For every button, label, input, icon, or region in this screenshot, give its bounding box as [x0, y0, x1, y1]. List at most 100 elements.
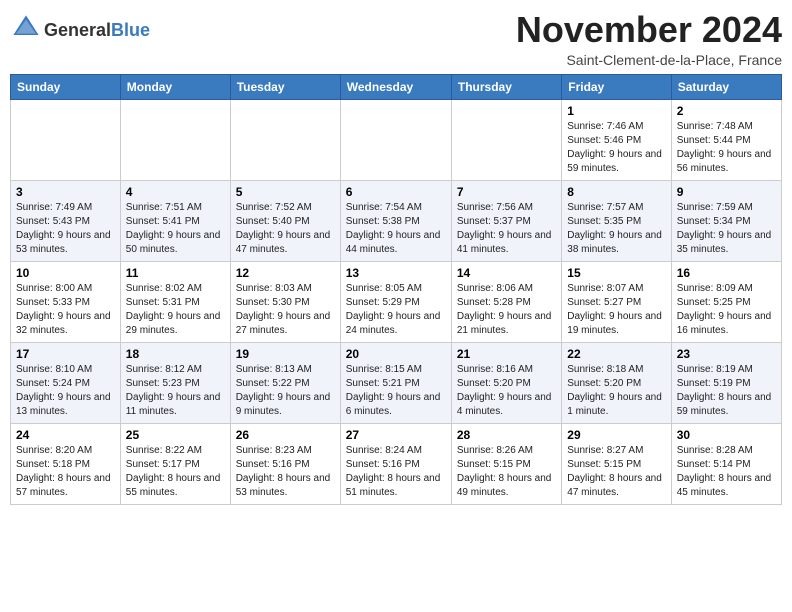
header-wednesday: Wednesday [340, 74, 451, 99]
calendar-cell: 16 Sunrise: 8:09 AM Sunset: 5:25 PM Dayli… [671, 261, 781, 342]
day-detail: Sunrise: 8:24 AM Sunset: 5:16 PM Dayligh… [346, 444, 446, 500]
day-number: 9 [677, 185, 776, 199]
day-number: 24 [16, 428, 115, 442]
day-number: 29 [567, 428, 665, 442]
day-detail: Sunrise: 8:16 AM Sunset: 5:20 PM Dayligh… [457, 363, 556, 419]
day-number: 26 [236, 428, 335, 442]
day-number: 10 [16, 266, 115, 280]
calendar-header-row: SundayMondayTuesdayWednesdayThursdayFrid… [11, 74, 782, 99]
calendar-week-row: 24 Sunrise: 8:20 AM Sunset: 5:18 PM Dayli… [11, 423, 782, 504]
day-number: 16 [677, 266, 776, 280]
calendar-cell: 2 Sunrise: 7:48 AM Sunset: 5:44 PM Daylig… [671, 99, 781, 180]
day-detail: Sunrise: 8:06 AM Sunset: 5:28 PM Dayligh… [457, 282, 556, 338]
day-number: 1 [567, 104, 665, 118]
header-friday: Friday [562, 74, 671, 99]
day-number: 20 [346, 347, 446, 361]
calendar-body: 1 Sunrise: 7:46 AM Sunset: 5:46 PM Daylig… [11, 99, 782, 504]
day-detail: Sunrise: 8:05 AM Sunset: 5:29 PM Dayligh… [346, 282, 446, 338]
day-detail: Sunrise: 7:49 AM Sunset: 5:43 PM Dayligh… [16, 201, 115, 257]
day-detail: Sunrise: 8:07 AM Sunset: 5:27 PM Dayligh… [567, 282, 665, 338]
calendar-cell: 27 Sunrise: 8:24 AM Sunset: 5:16 PM Dayli… [340, 423, 451, 504]
day-number: 7 [457, 185, 556, 199]
day-number: 4 [126, 185, 225, 199]
logo-general-text: General [44, 20, 111, 40]
day-detail: Sunrise: 7:59 AM Sunset: 5:34 PM Dayligh… [677, 201, 776, 257]
day-number: 18 [126, 347, 225, 361]
day-detail: Sunrise: 8:28 AM Sunset: 5:14 PM Dayligh… [677, 444, 776, 500]
header-thursday: Thursday [451, 74, 561, 99]
day-number: 13 [346, 266, 446, 280]
header-tuesday: Tuesday [230, 74, 340, 99]
header-sunday: Sunday [11, 74, 121, 99]
day-detail: Sunrise: 8:15 AM Sunset: 5:21 PM Dayligh… [346, 363, 446, 419]
calendar-cell [120, 99, 230, 180]
day-detail: Sunrise: 7:51 AM Sunset: 5:41 PM Dayligh… [126, 201, 225, 257]
day-number: 2 [677, 104, 776, 118]
day-number: 25 [126, 428, 225, 442]
calendar-cell: 3 Sunrise: 7:49 AM Sunset: 5:43 PM Daylig… [11, 180, 121, 261]
calendar-week-row: 17Sunrise: 8:10 AM Sunset: 5:24 PM Dayli… [11, 342, 782, 423]
calendar-table: SundayMondayTuesdayWednesdayThursdayFrid… [10, 74, 782, 505]
header-saturday: Saturday [671, 74, 781, 99]
calendar-cell: 24 Sunrise: 8:20 AM Sunset: 5:18 PM Dayli… [11, 423, 121, 504]
calendar-cell: 17Sunrise: 8:10 AM Sunset: 5:24 PM Dayli… [11, 342, 121, 423]
day-detail: Sunrise: 8:12 AM Sunset: 5:23 PM Dayligh… [126, 363, 225, 419]
calendar-cell: 18 Sunrise: 8:12 AM Sunset: 5:23 PM Dayli… [120, 342, 230, 423]
calendar-cell: 11Sunrise: 8:02 AM Sunset: 5:31 PM Dayli… [120, 261, 230, 342]
day-number: 19 [236, 347, 335, 361]
calendar-cell: 20 Sunrise: 8:15 AM Sunset: 5:21 PM Dayli… [340, 342, 451, 423]
logo: GeneralBlue [10, 14, 150, 47]
calendar-cell [451, 99, 561, 180]
page-header: GeneralBlue November 2024 Saint-Clement-… [10, 10, 782, 68]
day-number: 22 [567, 347, 665, 361]
day-detail: Sunrise: 7:52 AM Sunset: 5:40 PM Dayligh… [236, 201, 335, 257]
day-detail: Sunrise: 8:19 AM Sunset: 5:19 PM Dayligh… [677, 363, 776, 419]
calendar-week-row: 10Sunrise: 8:00 AM Sunset: 5:33 PM Dayli… [11, 261, 782, 342]
header-monday: Monday [120, 74, 230, 99]
day-detail: Sunrise: 8:03 AM Sunset: 5:30 PM Dayligh… [236, 282, 335, 338]
location: Saint-Clement-de-la-Place, France [516, 52, 782, 68]
calendar-cell: 22 Sunrise: 8:18 AM Sunset: 5:20 PM Dayli… [562, 342, 671, 423]
calendar-cell: 13 Sunrise: 8:05 AM Sunset: 5:29 PM Dayli… [340, 261, 451, 342]
calendar-cell: 26Sunrise: 8:23 AM Sunset: 5:16 PM Dayli… [230, 423, 340, 504]
day-detail: Sunrise: 8:26 AM Sunset: 5:15 PM Dayligh… [457, 444, 556, 500]
day-number: 11 [126, 266, 225, 280]
day-detail: Sunrise: 8:09 AM Sunset: 5:25 PM Dayligh… [677, 282, 776, 338]
day-detail: Sunrise: 7:57 AM Sunset: 5:35 PM Dayligh… [567, 201, 665, 257]
day-detail: Sunrise: 7:48 AM Sunset: 5:44 PM Dayligh… [677, 120, 776, 176]
day-detail: Sunrise: 7:46 AM Sunset: 5:46 PM Dayligh… [567, 120, 665, 176]
calendar-cell: 7 Sunrise: 7:56 AM Sunset: 5:37 PM Daylig… [451, 180, 561, 261]
calendar-cell: 5 Sunrise: 7:52 AM Sunset: 5:40 PM Daylig… [230, 180, 340, 261]
calendar-cell: 28Sunrise: 8:26 AM Sunset: 5:15 PM Dayli… [451, 423, 561, 504]
calendar-cell: 19Sunrise: 8:13 AM Sunset: 5:22 PM Dayli… [230, 342, 340, 423]
day-detail: Sunrise: 7:54 AM Sunset: 5:38 PM Dayligh… [346, 201, 446, 257]
calendar-cell: 23 Sunrise: 8:19 AM Sunset: 5:19 PM Dayli… [671, 342, 781, 423]
day-number: 3 [16, 185, 115, 199]
day-number: 5 [236, 185, 335, 199]
day-number: 17 [16, 347, 115, 361]
calendar-cell: 30 Sunrise: 8:28 AM Sunset: 5:14 PM Dayli… [671, 423, 781, 504]
day-number: 23 [677, 347, 776, 361]
calendar-week-row: 3 Sunrise: 7:49 AM Sunset: 5:43 PM Daylig… [11, 180, 782, 261]
day-detail: Sunrise: 8:27 AM Sunset: 5:15 PM Dayligh… [567, 444, 665, 500]
calendar-cell [11, 99, 121, 180]
title-section: November 2024 Saint-Clement-de-la-Place,… [516, 10, 782, 68]
calendar-cell: 12 Sunrise: 8:03 AM Sunset: 5:30 PM Dayli… [230, 261, 340, 342]
day-detail: Sunrise: 7:56 AM Sunset: 5:37 PM Dayligh… [457, 201, 556, 257]
calendar-cell [230, 99, 340, 180]
logo-icon [12, 14, 40, 42]
calendar-cell: 15Sunrise: 8:07 AM Sunset: 5:27 PM Dayli… [562, 261, 671, 342]
day-number: 27 [346, 428, 446, 442]
calendar-week-row: 1 Sunrise: 7:46 AM Sunset: 5:46 PM Daylig… [11, 99, 782, 180]
day-detail: Sunrise: 8:20 AM Sunset: 5:18 PM Dayligh… [16, 444, 115, 500]
logo-blue-text: Blue [111, 20, 150, 40]
calendar-cell: 14 Sunrise: 8:06 AM Sunset: 5:28 PM Dayli… [451, 261, 561, 342]
day-number: 30 [677, 428, 776, 442]
calendar-cell: 4 Sunrise: 7:51 AM Sunset: 5:41 PM Daylig… [120, 180, 230, 261]
day-number: 14 [457, 266, 556, 280]
calendar-cell: 25 Sunrise: 8:22 AM Sunset: 5:17 PM Dayli… [120, 423, 230, 504]
day-detail: Sunrise: 8:22 AM Sunset: 5:17 PM Dayligh… [126, 444, 225, 500]
day-number: 12 [236, 266, 335, 280]
calendar-cell: 29 Sunrise: 8:27 AM Sunset: 5:15 PM Dayli… [562, 423, 671, 504]
day-detail: Sunrise: 8:18 AM Sunset: 5:20 PM Dayligh… [567, 363, 665, 419]
